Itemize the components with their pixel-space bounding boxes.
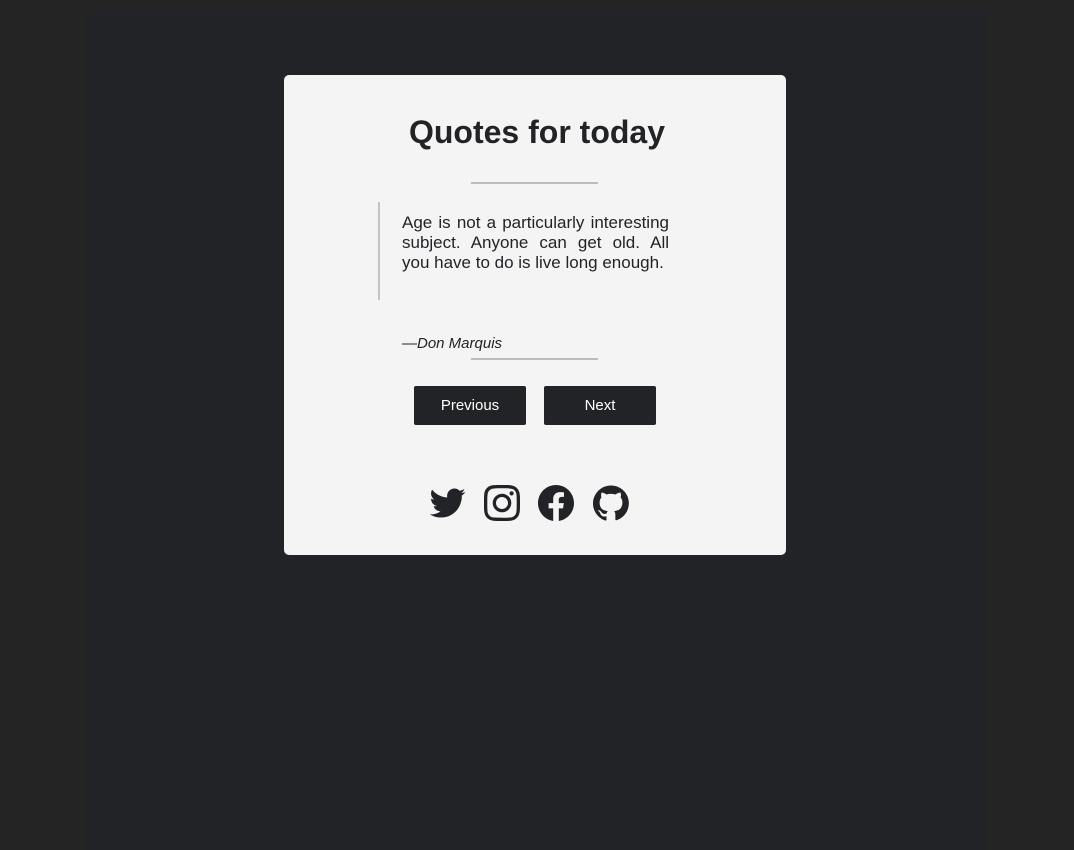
- github-icon: [593, 485, 629, 521]
- twitter-link[interactable]: [430, 485, 466, 521]
- github-link[interactable]: [593, 485, 629, 521]
- quote-author: —Don Marquis: [402, 335, 503, 352]
- facebook-link[interactable]: [538, 485, 574, 521]
- next-button[interactable]: Next: [544, 386, 656, 425]
- previous-button[interactable]: Previous: [414, 386, 526, 425]
- bottom-divider: [471, 358, 598, 360]
- page-title: Quotes for today: [408, 114, 665, 150]
- top-divider: [471, 182, 598, 184]
- twitter-icon: [430, 485, 466, 521]
- quote-text: Age is not a particularly interesting su…: [402, 213, 669, 272]
- instagram-link[interactable]: [484, 485, 520, 521]
- facebook-icon: [538, 485, 574, 521]
- instagram-icon: [484, 485, 520, 521]
- quote-border: [378, 202, 380, 300]
